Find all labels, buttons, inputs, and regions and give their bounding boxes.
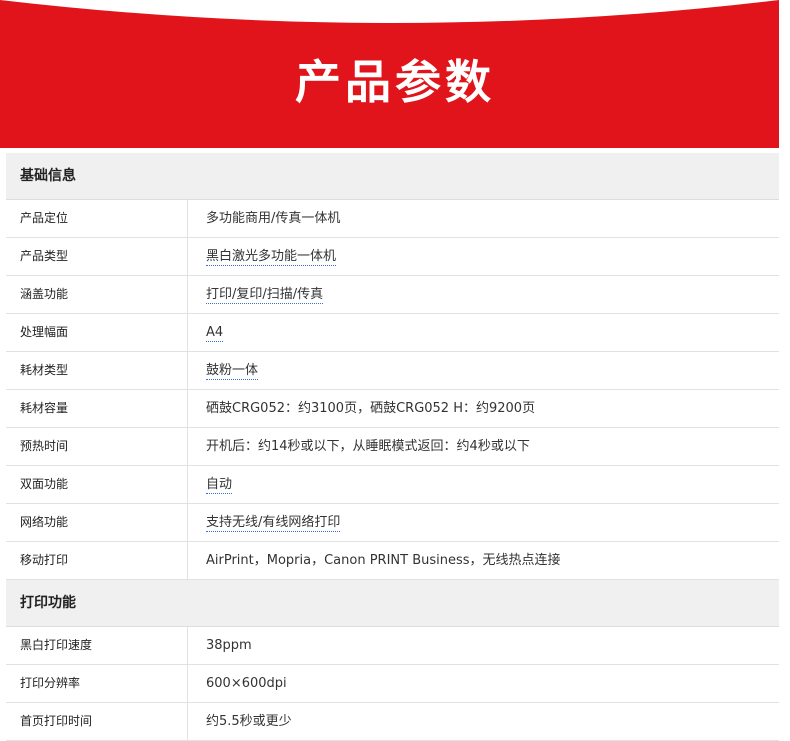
table-row: 移动打印 AirPrint，Mopria，Canon PRINT Busines… <box>6 542 779 580</box>
banner: 产品参数 <box>0 0 790 148</box>
table-row: 处理幅面 A4 <box>6 314 779 352</box>
row-value: 自动 <box>188 466 779 503</box>
row-value-link[interactable]: 支持无线/有线网络打印 <box>206 515 341 532</box>
table-row: 产品定位 多功能商用/传真一体机 <box>6 200 779 238</box>
row-label: 预热时间 <box>6 428 188 465</box>
table-row: 网络功能 支持无线/有线网络打印 <box>6 504 779 542</box>
row-value-text: 开机后：约14秒或以下，从睡眠模式返回：约4秒或以下 <box>206 439 530 454</box>
page-title: 产品参数 <box>295 55 495 109</box>
row-label: 双面功能 <box>6 466 188 503</box>
row-value: 黑白激光多功能一体机 <box>188 238 779 275</box>
row-value-link[interactable]: A4 <box>206 325 224 342</box>
row-label: 黑白打印速度 <box>6 627 188 664</box>
table-row: 打印分辨率 600×600dpi <box>6 665 779 703</box>
row-label: 首页打印时间 <box>6 703 188 740</box>
table-row: 预热时间 开机后：约14秒或以下，从睡眠模式返回：约4秒或以下 <box>6 428 779 466</box>
row-label: 涵盖功能 <box>6 276 188 313</box>
row-value: A4 <box>188 314 779 351</box>
section-header-basic-info: 基础信息 <box>6 153 779 200</box>
section-header-print-function: 打印功能 <box>6 580 779 627</box>
row-label: 耗材容量 <box>6 390 188 427</box>
row-label: 网络功能 <box>6 504 188 541</box>
row-value-text: 硒鼓CRG052：约3100页，硒鼓CRG052 H：约9200页 <box>206 401 536 416</box>
row-value: 多功能商用/传真一体机 <box>188 200 779 237</box>
row-label: 处理幅面 <box>6 314 188 351</box>
row-value-text: 约5.5秒或更少 <box>206 714 292 729</box>
spec-table: 基础信息 产品定位 多功能商用/传真一体机 产品类型 黑白激光多功能一体机 涵盖… <box>6 153 779 741</box>
row-label: 耗材类型 <box>6 352 188 389</box>
row-value: 38ppm <box>188 627 779 664</box>
row-value-text: 多功能商用/传真一体机 <box>206 211 341 226</box>
table-row: 涵盖功能 打印/复印/扫描/传真 <box>6 276 779 314</box>
row-label: 打印分辨率 <box>6 665 188 702</box>
row-label: 产品定位 <box>6 200 188 237</box>
table-row: 首页打印时间 约5.5秒或更少 <box>6 703 779 741</box>
row-value: AirPrint，Mopria，Canon PRINT Business，无线热… <box>188 542 779 579</box>
row-label: 产品类型 <box>6 238 188 275</box>
row-value-text: 600×600dpi <box>206 676 287 691</box>
table-row: 耗材容量 硒鼓CRG052：约3100页，硒鼓CRG052 H：约9200页 <box>6 390 779 428</box>
row-value-link[interactable]: 黑白激光多功能一体机 <box>206 249 337 266</box>
row-value: 开机后：约14秒或以下，从睡眠模式返回：约4秒或以下 <box>188 428 779 465</box>
row-label: 移动打印 <box>6 542 188 579</box>
row-value-link[interactable]: 打印/复印/扫描/传真 <box>206 287 324 304</box>
table-row: 产品类型 黑白激光多功能一体机 <box>6 238 779 276</box>
row-value-text: 38ppm <box>206 638 252 653</box>
row-value: 鼓粉一体 <box>188 352 779 389</box>
table-row: 双面功能 自动 <box>6 466 779 504</box>
table-row: 耗材类型 鼓粉一体 <box>6 352 779 390</box>
row-value: 600×600dpi <box>188 665 779 702</box>
row-value: 硒鼓CRG052：约3100页，硒鼓CRG052 H：约9200页 <box>188 390 779 427</box>
row-value: 约5.5秒或更少 <box>188 703 779 740</box>
row-value-text: AirPrint，Mopria，Canon PRINT Business，无线热… <box>206 553 561 568</box>
row-value: 打印/复印/扫描/传真 <box>188 276 779 313</box>
row-value: 支持无线/有线网络打印 <box>188 504 779 541</box>
row-value-link[interactable]: 鼓粉一体 <box>206 363 259 380</box>
table-row: 黑白打印速度 38ppm <box>6 627 779 665</box>
row-value-link[interactable]: 自动 <box>206 477 233 494</box>
product-spec-page: 产品参数 基础信息 产品定位 多功能商用/传真一体机 产品类型 黑白激光多功能一… <box>0 0 790 741</box>
